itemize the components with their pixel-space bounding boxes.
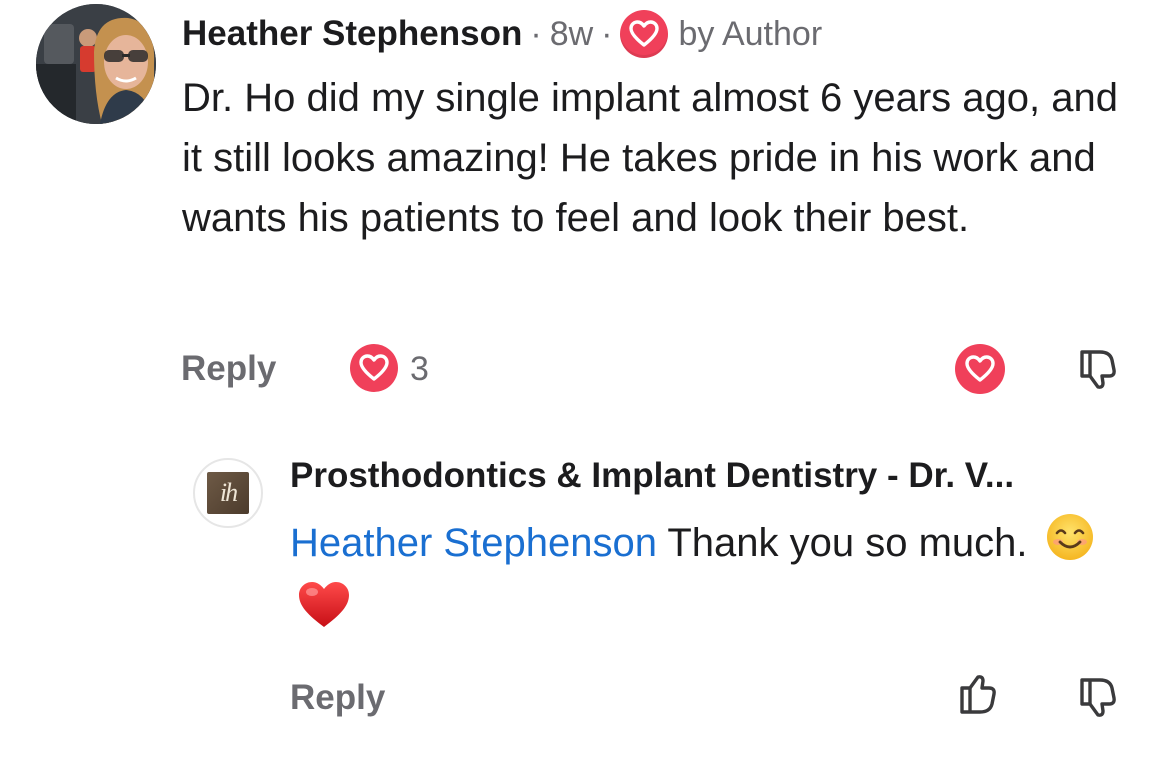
thumbs-down-icon[interactable]	[1074, 672, 1122, 720]
comment-author-name[interactable]: Heather Stephenson	[182, 14, 522, 54]
comment-header: Heather Stephenson · 8w · by Author	[182, 8, 822, 60]
page-avatar[interactable]: ih	[193, 458, 263, 528]
like-heart-icon[interactable]	[955, 344, 1005, 394]
reply-button[interactable]: Reply	[290, 678, 385, 718]
reaction-heart-icon[interactable]	[350, 344, 398, 392]
smiling-face-icon	[1045, 512, 1095, 579]
avatar[interactable]	[36, 4, 156, 124]
comment-body: Dr. Ho did my single implant almost 6 ye…	[182, 76, 1118, 240]
comment-timestamp[interactable]: 8w	[550, 15, 593, 54]
separator-dot: ·	[601, 14, 613, 53]
reply-author-name[interactable]: Prosthodontics & Implant Dentistry - Dr.…	[290, 456, 1130, 496]
dental-logo-icon: ih	[207, 472, 249, 514]
thumbs-up-icon[interactable]	[954, 672, 1002, 720]
separator-dot: ·	[530, 14, 542, 53]
reply-button[interactable]: Reply	[181, 349, 276, 389]
mention-link[interactable]: Heather Stephenson	[290, 521, 657, 565]
logo-text: ih	[219, 478, 238, 507]
reply-body: Heather Stephenson Thank you so much.	[290, 512, 1110, 648]
author-badge-label: by Author	[678, 14, 823, 53]
reply-text: Thank you so much.	[656, 521, 1028, 566]
thumbs-down-icon[interactable]	[1074, 344, 1122, 392]
red-heart-icon	[296, 579, 352, 648]
author-heart-icon	[620, 10, 669, 58]
reaction-count[interactable]: 3	[410, 350, 429, 389]
